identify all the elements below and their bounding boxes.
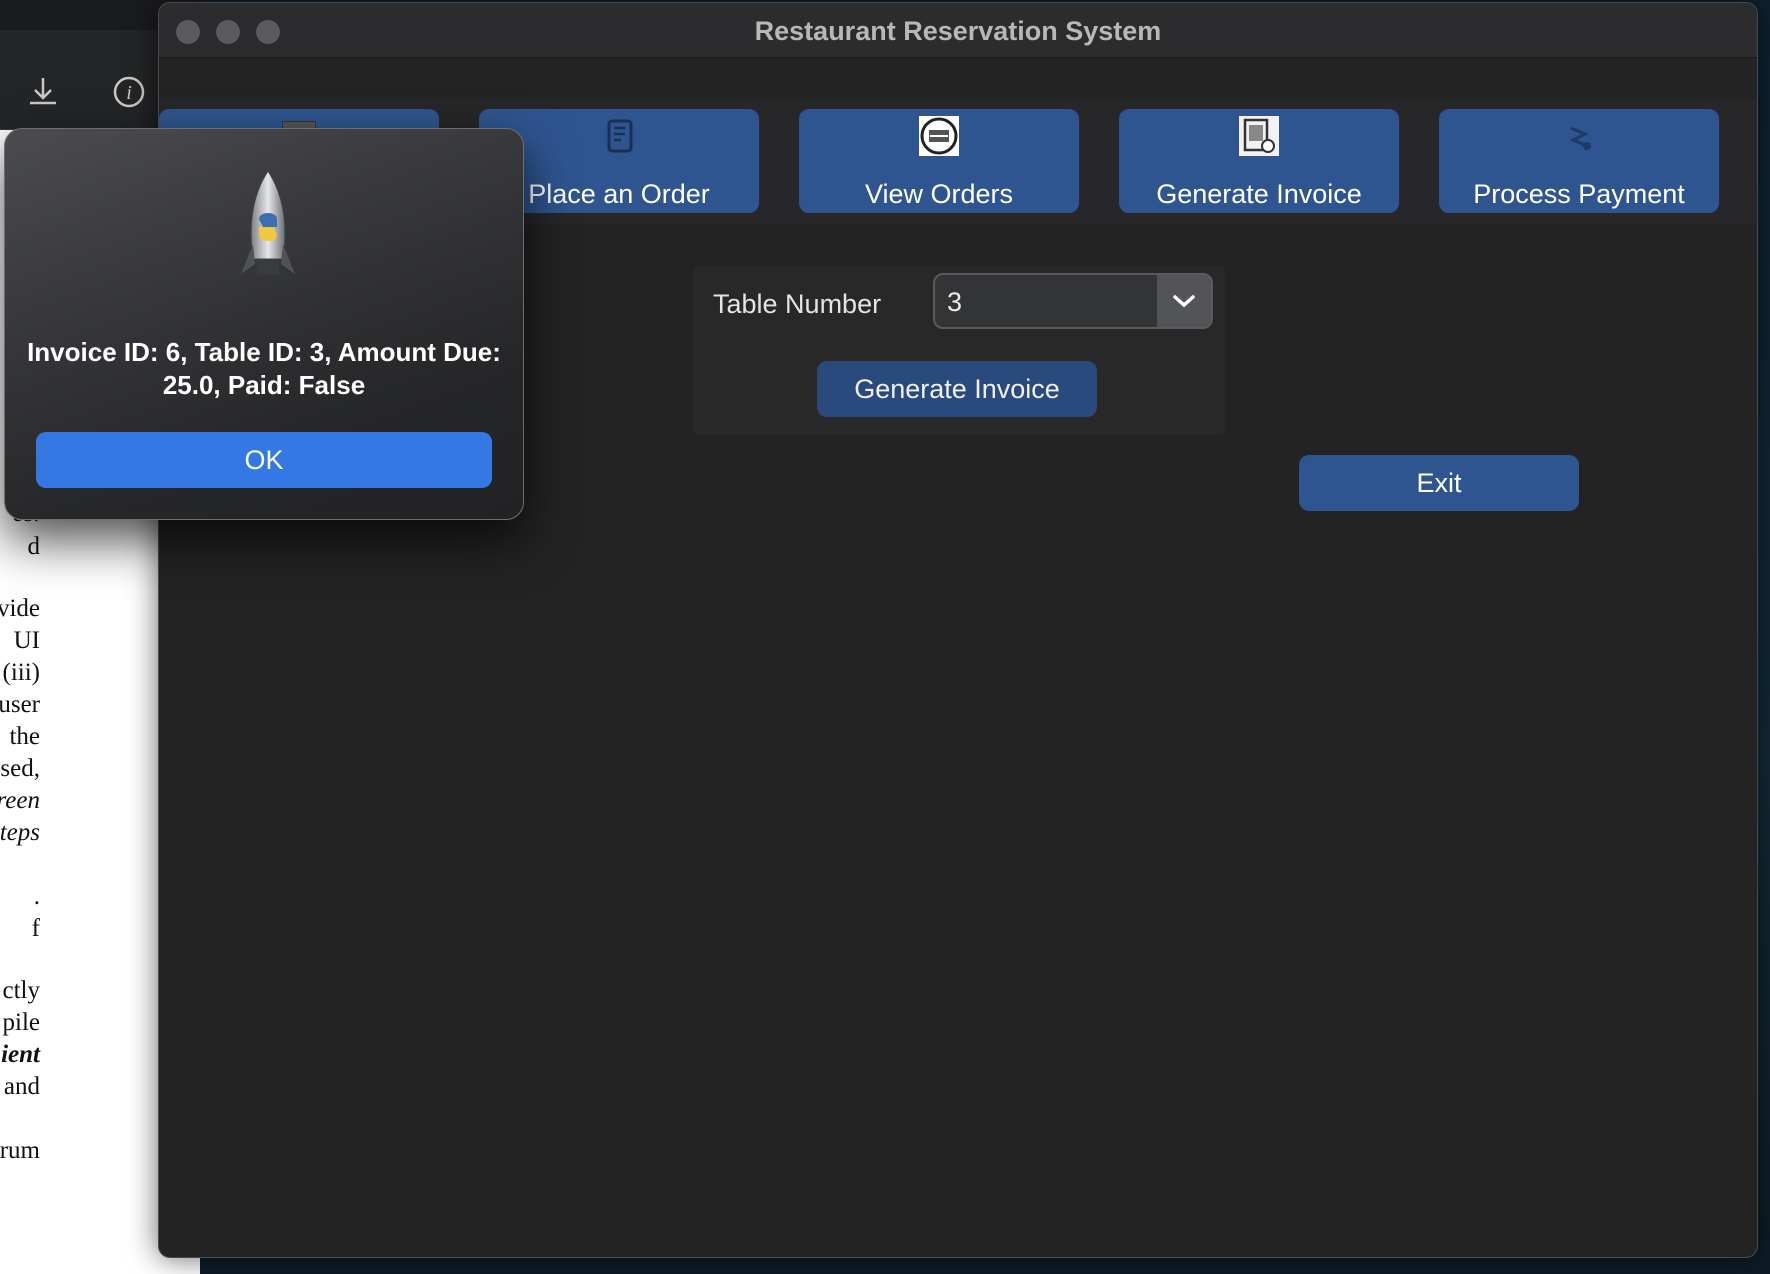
document-text-line: and [3,1073,40,1100]
invoice-form-panel: Table Number 3 Generate Invoice [693,265,1225,435]
document-text-line: reen [0,787,40,814]
order-icon [598,115,640,157]
document-text-line: vide [0,595,40,622]
document-text-line: d [27,533,41,560]
python-rocket-icon [233,169,303,289]
tab-generate-invoice[interactable]: Generate Invoice [1119,109,1399,213]
document-text-line: (iii) [2,659,41,686]
generate-invoice-button[interactable]: Generate Invoice [817,361,1097,417]
document-text-line: . [33,883,40,910]
window-title: Restaurant Reservation System [754,16,1162,46]
info-icon[interactable]: i [112,75,146,117]
invoice-alert-dialog: Invoice ID: 6, Table ID: 3, Amount Due: … [4,128,524,520]
document-text-line: ctly [2,977,41,1004]
title-bar: Restaurant Reservation System [159,3,1757,58]
exit-button[interactable]: Exit [1299,455,1579,511]
ok-button[interactable]: OK [36,432,492,488]
orders-list-icon [918,115,960,157]
invoice-icon [1238,115,1280,157]
table-number-select[interactable]: 3 [933,273,1213,329]
document-text-line: f [31,915,40,942]
download-icon[interactable] [26,75,60,117]
alert-message: Invoice ID: 6, Table ID: 3, Amount Due: … [27,337,501,400]
document-text-line: user [0,691,40,718]
document-text-line: the [9,723,40,750]
svg-text:i: i [126,82,132,104]
table-number-value: 3 [947,287,963,317]
document-text-line: teps [0,819,40,846]
document-text-line: UI [13,627,40,654]
document-text-line: sed, [0,755,40,782]
tab-view-orders[interactable]: View Orders [799,109,1079,213]
payment-icon [1558,115,1600,157]
document-text-line: ient [1,1041,40,1068]
tab-process-payment[interactable]: Process Payment [1439,109,1719,213]
chevron-down-icon[interactable] [1157,275,1211,327]
document-text-line: rum [0,1137,40,1164]
document-text-line: pile [2,1009,41,1036]
table-number-label: Table Number [713,289,882,319]
